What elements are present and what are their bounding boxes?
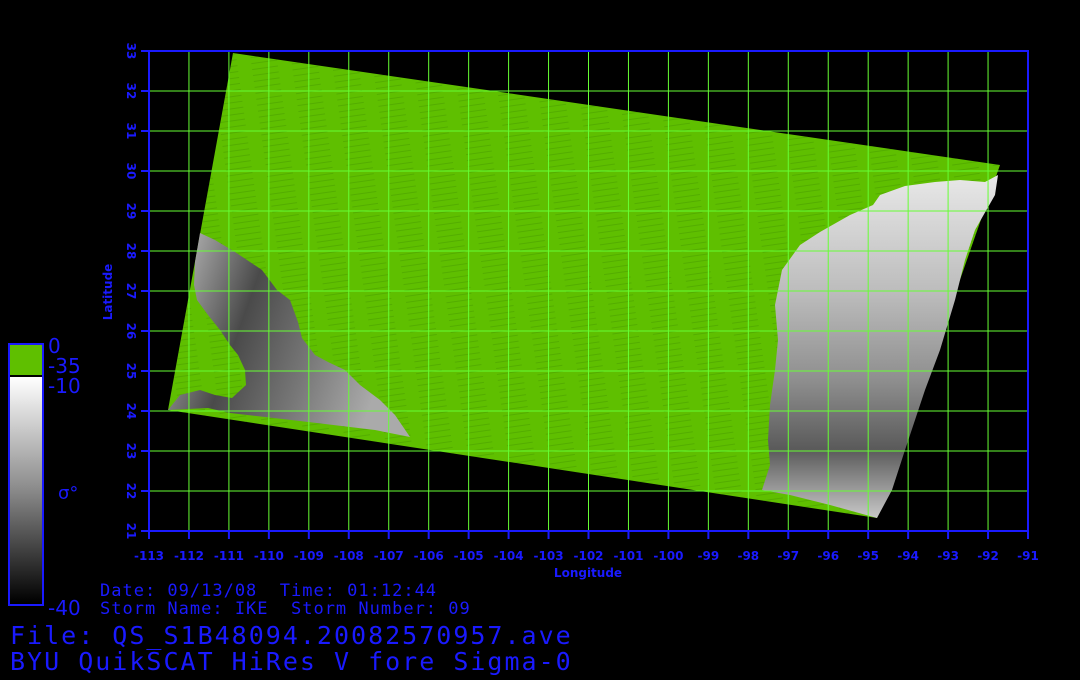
x-tick-label: -110 <box>254 549 284 563</box>
y-tick-label: 32 <box>124 83 138 100</box>
y-tick-label: 30 <box>124 163 138 180</box>
x-tick-label: -107 <box>374 549 404 563</box>
y-tick-label: 24 <box>124 403 138 420</box>
colorbar-green-min-label: -35 <box>48 354 81 378</box>
y-axis-label: Latitude <box>101 264 115 321</box>
sigma0-map: -113 -112 -111 -110 -109 -108 -107 -106 -105 -104… <box>8 43 1039 606</box>
x-tick-label: -96 <box>817 549 839 563</box>
x-tick-label: -102 <box>573 549 603 563</box>
x-tick-label: -101 <box>613 549 643 563</box>
colorbar-bottom-label: -40 <box>48 596 81 620</box>
x-tick-label: -103 <box>534 549 564 563</box>
y-tick-label: 31 <box>124 123 138 140</box>
x-tick-label: -97 <box>777 549 799 563</box>
x-tick-label: -100 <box>653 549 683 563</box>
date-time-line: Date: 09/13/08 Time: 01:12:44 <box>100 581 438 601</box>
x-tick-label: -109 <box>294 549 324 563</box>
x-tick-label: -111 <box>214 549 244 563</box>
x-tick-label: -94 <box>897 549 919 563</box>
x-tick-label: -113 <box>134 549 164 563</box>
colorbar-gray-max-label: -10 <box>48 374 81 398</box>
y-tick-label: 22 <box>124 483 138 500</box>
x-tick-label: -93 <box>937 549 959 563</box>
x-tick-label: -95 <box>857 549 879 563</box>
x-axis-label: Longitude <box>554 566 622 580</box>
x-tick-label: -104 <box>494 549 524 563</box>
x-axis-ticks: -113 -112 -111 -110 -109 -108 -107 -106 -105 -104… <box>134 531 1039 563</box>
y-tick-label: 27 <box>124 283 138 300</box>
x-tick-label: -98 <box>737 549 759 563</box>
colorbar-top-label: 0 <box>48 334 61 358</box>
y-tick-label: 26 <box>124 323 138 340</box>
x-tick-label: -106 <box>414 549 444 563</box>
colorbar-gray-ramp <box>10 377 42 603</box>
y-tick-label: 33 <box>124 43 138 60</box>
x-tick-label: -105 <box>454 549 484 563</box>
file-line: File: QS_S1B48094.20082570957.ave <box>10 621 573 650</box>
y-tick-label: 25 <box>124 363 138 380</box>
product-line: BYU QuikSCAT HiRes V fore Sigma-0 <box>10 647 573 676</box>
colorbar-green-band <box>10 345 42 375</box>
y-tick-label: 23 <box>124 443 138 460</box>
y-axis-ticks: 21 22 23 24 25 26 27 28 29 30 31 32 33 <box>124 43 149 540</box>
y-tick-label: 29 <box>124 203 138 220</box>
x-tick-label: -91 <box>1017 549 1039 563</box>
y-tick-label: 21 <box>124 523 138 540</box>
x-tick-label: -108 <box>334 549 364 563</box>
colorbar <box>8 343 44 606</box>
y-tick-label: 28 <box>124 243 138 260</box>
colorbar-symbol: σ° <box>58 483 79 504</box>
storm-line: Storm Name: IKE Storm Number: 09 <box>100 599 471 619</box>
x-tick-label: -92 <box>977 549 999 563</box>
swath <box>168 53 1000 518</box>
x-tick-label: -112 <box>174 549 204 563</box>
x-tick-label: -99 <box>698 549 720 563</box>
